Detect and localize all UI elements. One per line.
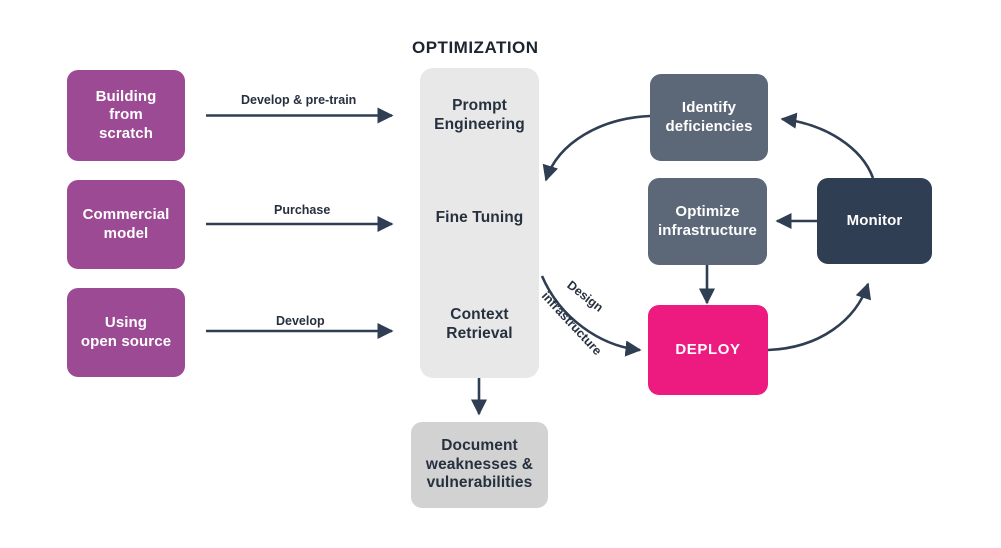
node-label: Identify deficiencies (665, 99, 753, 135)
node-commercial-model[interactable]: Commercial model (67, 180, 185, 269)
stage-context-retrieval[interactable]: Context Retrieval (420, 305, 539, 344)
edge-label-develop-and-pre-train: Develop & pre-train (241, 93, 357, 107)
connector-identify-to-panel (542, 114, 651, 182)
node-label: Commercial model (82, 206, 170, 242)
edge-label-develop: Develop (276, 314, 325, 328)
edge-label-purchase: Purchase (274, 203, 331, 217)
connector-monitor-to-identify (780, 112, 875, 179)
node-using-open-source[interactable]: Using open source (67, 288, 185, 377)
connector-deploy-to-monitor (767, 282, 872, 352)
node-label: Document weaknesses & vulnerabilities (425, 436, 534, 492)
page-title: OPTIMIZATION (412, 38, 539, 57)
stage-fine-tuning[interactable]: Fine Tuning (420, 208, 539, 227)
node-label: Optimize infrastructure (658, 203, 757, 239)
node-label: Monitor (846, 211, 903, 229)
node-label: DEPLOY (675, 340, 741, 358)
node-monitor[interactable]: Monitor (817, 178, 932, 264)
diagram-canvas: Building from scratch Commercial model U… (0, 0, 1001, 548)
node-document-weaknesses[interactable]: Document weaknesses & vulnerabilities (411, 422, 548, 508)
stage-prompt-engineering[interactable]: Prompt Engineering (420, 96, 539, 135)
node-building-from-scratch[interactable]: Building from scratch (67, 70, 185, 161)
node-label: Building from scratch (95, 88, 157, 142)
node-label: Using open source (80, 314, 172, 350)
optimization-panel: Prompt Engineering Fine Tuning Context R… (420, 68, 539, 378)
node-deploy[interactable]: DEPLOY (648, 305, 768, 395)
node-identify-deficiencies[interactable]: Identify deficiencies (650, 74, 768, 161)
node-optimize-infrastructure[interactable]: Optimize infrastructure (648, 178, 767, 265)
